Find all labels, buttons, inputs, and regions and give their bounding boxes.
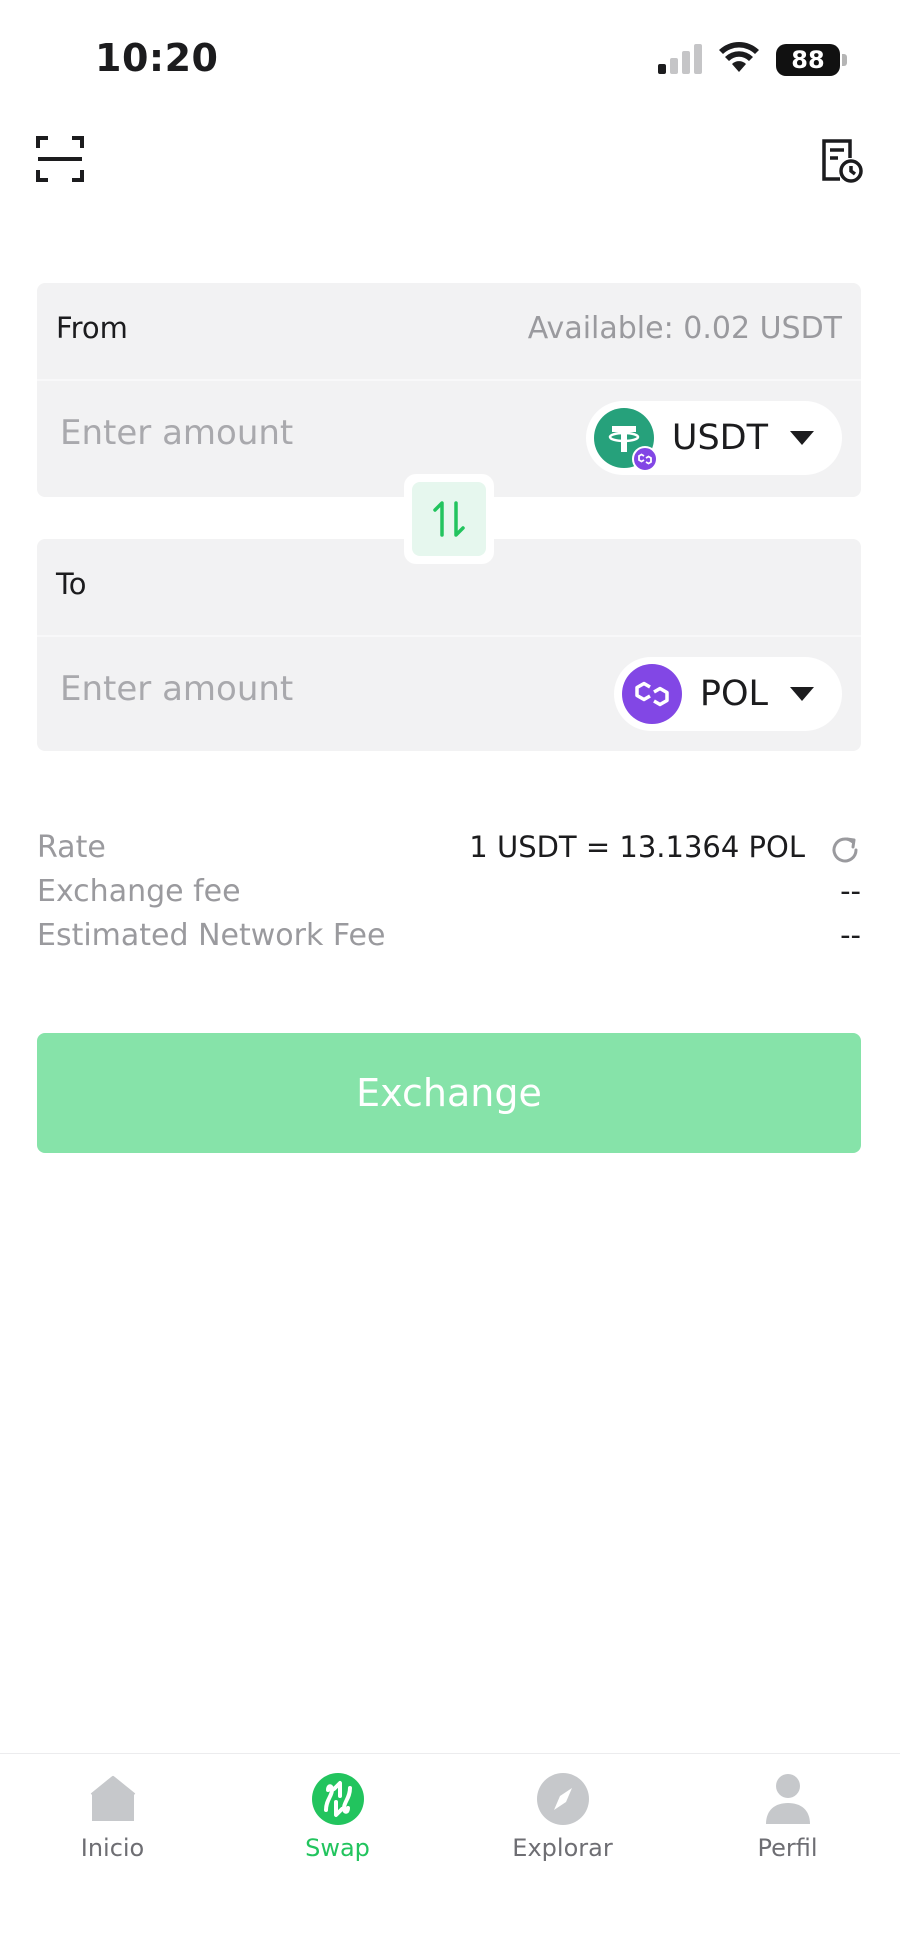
bottom-tab-bar: Inicio Swap Explorar Perfil bbox=[0, 1753, 900, 1947]
from-card: From Available: 0.02 USDT USDT bbox=[37, 283, 861, 497]
swap-info: Rate 1 USDT = 13.1364 POL Exchange fee -… bbox=[37, 830, 861, 962]
scan-icon[interactable] bbox=[36, 136, 84, 182]
chevron-down-icon bbox=[790, 431, 814, 445]
to-token-selector[interactable]: POL bbox=[613, 657, 842, 731]
polygon-chain-badge-icon bbox=[631, 446, 658, 472]
exchange-button[interactable]: Exchange bbox=[37, 1033, 861, 1153]
rate-row: Rate 1 USDT = 13.1364 POL bbox=[37, 830, 861, 874]
compass-icon bbox=[536, 1772, 590, 1826]
cellular-signal-icon bbox=[658, 42, 704, 74]
tab-label: Explorar bbox=[512, 1834, 613, 1862]
to-card: To POL bbox=[37, 539, 861, 751]
battery-icon: 88 bbox=[776, 44, 840, 76]
from-token-selector[interactable]: USDT bbox=[585, 401, 842, 475]
to-label: To bbox=[56, 567, 87, 601]
swap-arrows-icon bbox=[433, 501, 465, 537]
exchange-fee-row: Exchange fee -- bbox=[37, 874, 861, 918]
from-label: From bbox=[56, 311, 128, 345]
home-icon bbox=[86, 1772, 140, 1826]
swap-direction-button[interactable] bbox=[404, 474, 494, 564]
exchange-fee-label: Exchange fee bbox=[37, 874, 241, 909]
tab-label: Inicio bbox=[80, 1834, 145, 1862]
order-history-icon[interactable] bbox=[820, 138, 864, 184]
from-card-header: From Available: 0.02 USDT bbox=[37, 283, 861, 381]
swap-direction-inner bbox=[412, 482, 486, 556]
pol-token-icon bbox=[621, 664, 682, 724]
wifi-icon bbox=[719, 42, 759, 72]
network-fee-value: -- bbox=[840, 918, 861, 952]
status-time: 10:20 bbox=[95, 36, 219, 80]
exchange-fee-value: -- bbox=[840, 874, 861, 908]
network-fee-row: Estimated Network Fee -- bbox=[37, 918, 861, 962]
tab-inicio[interactable]: Inicio bbox=[0, 1772, 225, 1882]
tab-perfil[interactable]: Perfil bbox=[675, 1772, 900, 1882]
profile-icon bbox=[761, 1772, 815, 1826]
from-token-symbol: USDT bbox=[671, 418, 768, 458]
tab-explorar[interactable]: Explorar bbox=[450, 1772, 675, 1882]
network-fee-label: Estimated Network Fee bbox=[37, 918, 386, 953]
to-token-symbol: POL bbox=[699, 674, 768, 714]
swap-icon bbox=[311, 1772, 365, 1826]
tab-label: Perfil bbox=[757, 1834, 818, 1862]
to-amount-input[interactable] bbox=[60, 659, 560, 719]
chevron-down-icon bbox=[790, 687, 814, 701]
usdt-token-icon bbox=[593, 408, 658, 472]
battery-cap bbox=[842, 54, 847, 66]
available-balance: Available: 0.02 USDT bbox=[527, 311, 842, 346]
refresh-icon[interactable] bbox=[829, 834, 861, 866]
status-bar: 10:20 88 bbox=[0, 0, 900, 120]
rate-label: Rate bbox=[37, 830, 106, 865]
from-amount-input[interactable] bbox=[60, 403, 560, 463]
rate-value: 1 USDT = 13.1364 POL bbox=[469, 830, 805, 864]
tab-swap[interactable]: Swap bbox=[225, 1772, 450, 1882]
tab-label: Swap bbox=[305, 1834, 370, 1862]
